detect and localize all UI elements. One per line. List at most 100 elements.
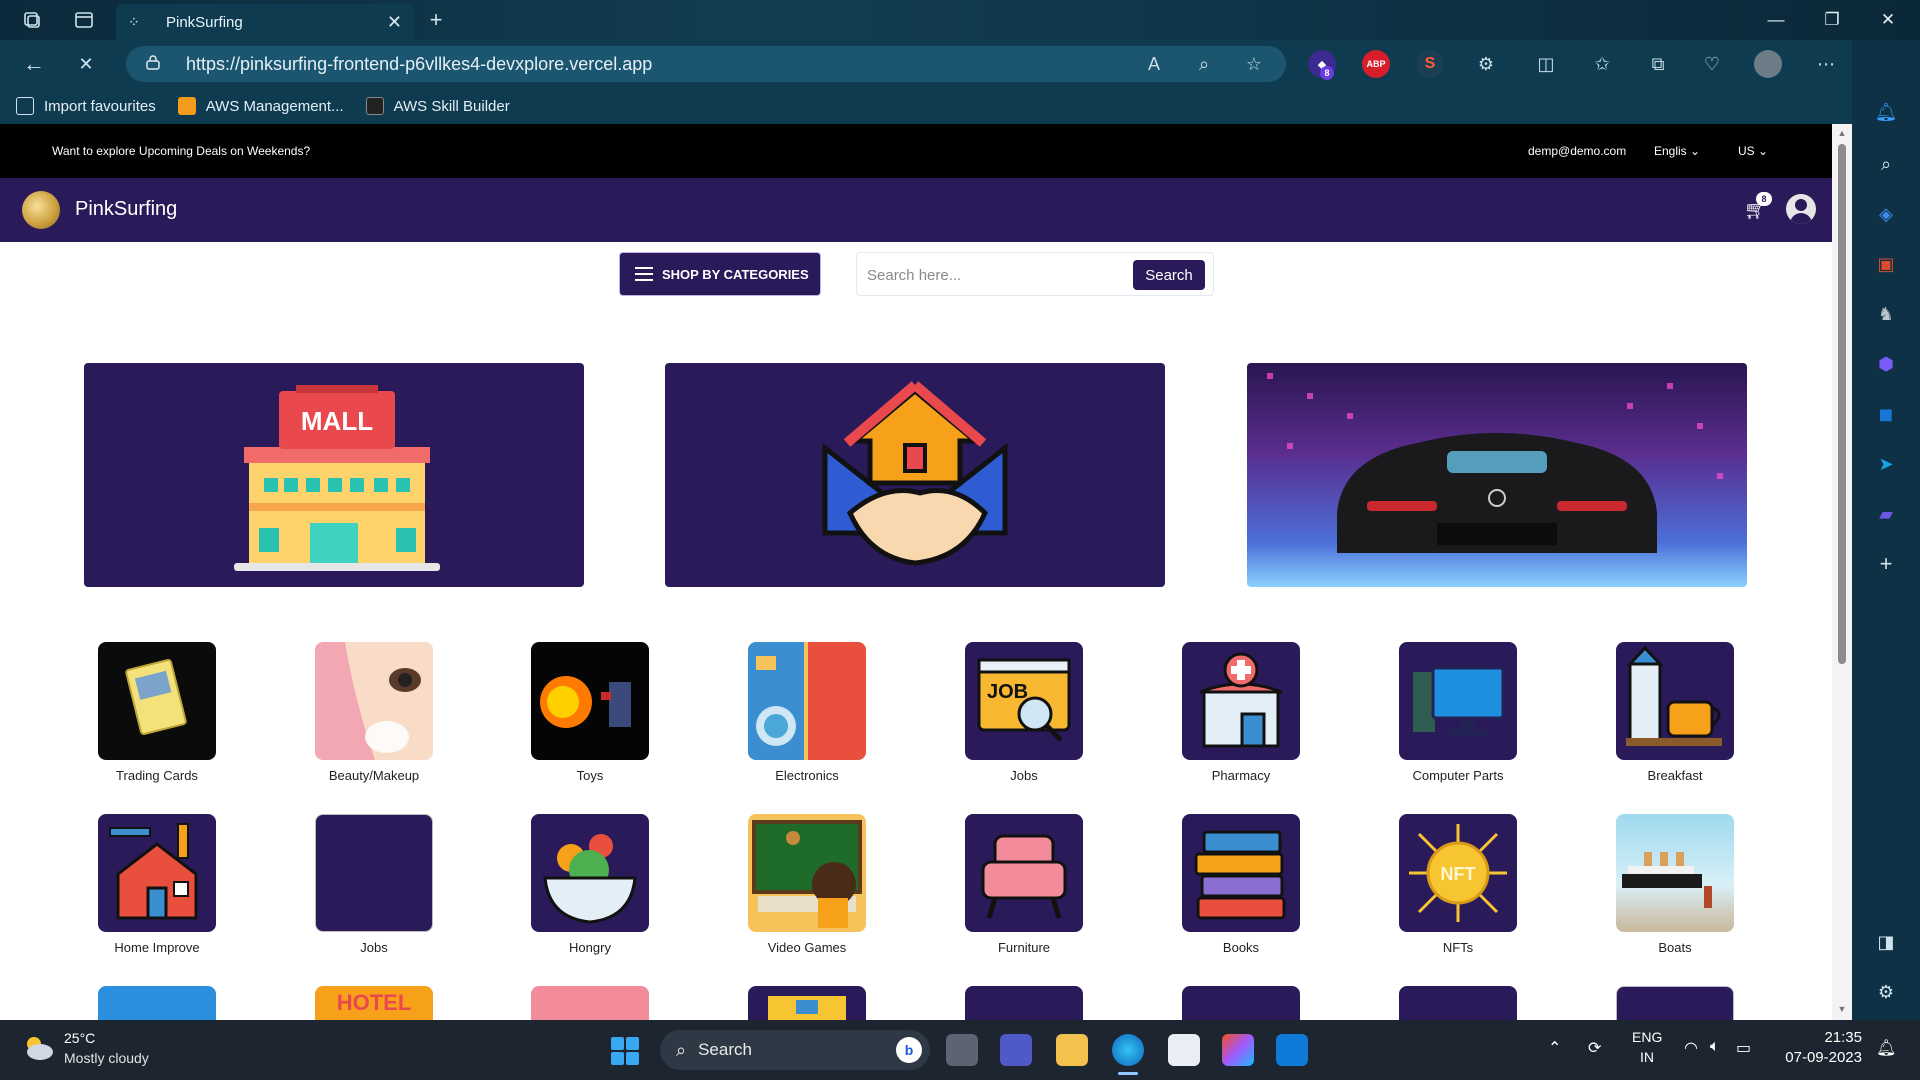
category-row3-6[interactable] [1181,986,1301,1020]
show-hidden-icons[interactable]: ⌃ [1548,1038,1561,1058]
tab-pinksurfing[interactable]: ⁘ PinkSurfing ✕ [116,4,414,40]
sidebar-settings-icon[interactable]: ⚙ [1874,980,1898,1004]
page-scrollbar[interactable]: ▲ ▼ [1832,124,1852,1020]
category-row3-8[interactable] [1615,986,1735,1020]
search-input[interactable] [867,262,1107,288]
category-books[interactable]: Books [1181,814,1301,955]
favourite-import[interactable]: Import favourites [16,97,156,115]
wifi-icon[interactable]: ◠ [1684,1038,1698,1058]
brand-logo[interactable] [22,191,60,229]
minimize-icon[interactable]: — [1756,6,1796,34]
category-electronics[interactable]: Electronics [747,642,867,783]
figma-icon[interactable] [1222,1034,1254,1066]
shopping-tag-icon[interactable]: ◈ [1874,202,1898,226]
input-region[interactable]: IN [1632,1049,1662,1065]
category-jobs[interactable]: JOB Jobs [964,642,1084,783]
copilot-app-icon[interactable]: ⬢ [1874,352,1898,376]
banner-car[interactable] [1247,363,1747,587]
language-select[interactable]: Englis ⌄ [1654,144,1700,158]
favorite-star-icon[interactable]: ☆ [1240,50,1268,78]
favourite-aws-management[interactable]: AWS Management... [177,97,344,115]
profile-avatar[interactable] [1754,50,1782,78]
battery-icon[interactable]: ▭ [1736,1038,1751,1058]
collections-icon[interactable]: ⧉ [1644,50,1672,78]
user-avatar-icon[interactable] [1786,194,1816,224]
category-pharmacy[interactable]: Pharmacy [1181,642,1301,783]
restore-icon[interactable]: ❐ [1812,6,1852,34]
input-language[interactable]: ENG [1632,1029,1662,1045]
read-aloud-icon[interactable]: A [1140,50,1168,78]
vscode-icon[interactable] [1276,1034,1308,1066]
tab-actions-icon[interactable] [72,8,96,32]
banner-real-estate[interactable] [665,363,1165,587]
new-tab-icon[interactable]: + [424,7,448,32]
category-row3-5[interactable] [964,986,1084,1020]
lock-icon[interactable] [146,54,164,74]
taskbar-search[interactable]: ⌕ Search b [660,1030,930,1070]
close-window-icon[interactable]: ✕ [1868,6,1908,34]
category-computer-parts[interactable]: Computer Parts [1398,642,1518,783]
extensions-icon[interactable]: ⚙ [1472,50,1500,78]
clipchamp-icon[interactable]: ▰ [1874,502,1898,526]
notifications-icon[interactable]: 🔔︎ [1874,100,1898,124]
category-row3-7[interactable] [1398,986,1518,1020]
store-icon[interactable] [1168,1034,1200,1066]
clock-date[interactable]: 07-09-2023 [1760,1049,1862,1066]
back-icon[interactable]: ← [22,51,46,76]
windows-start-icon[interactable] [611,1037,639,1065]
brand-name[interactable]: PinkSurfing [75,198,177,221]
category-video-games[interactable]: Video Games [747,814,867,955]
scroll-down-icon[interactable]: ▼ [1837,1004,1847,1014]
games-icon[interactable]: ♞ [1874,302,1898,326]
url-field[interactable]: https://pinksurfing-frontend-p6vllkes4-d… [126,46,1286,82]
category-nfts[interactable]: NFT NFTs [1398,814,1518,955]
extension-s-icon[interactable]: S [1416,50,1444,78]
category-trading-cards[interactable]: Trading Cards [97,642,217,783]
banner-mall[interactable]: MALL [84,363,584,587]
outlook-icon[interactable]: ◼ [1874,402,1898,426]
category-toys[interactable]: Toys [530,642,650,783]
scroll-thumb[interactable] [1838,144,1846,664]
browser-essentials-icon[interactable]: ♡ [1698,50,1726,78]
contact-email[interactable]: demp@demo.com [1528,144,1626,158]
stop-loading-icon[interactable]: ✕ [74,52,98,76]
weather-cloud-icon[interactable] [22,1034,54,1062]
search-sidebar-icon[interactable]: ⌕ [1874,152,1898,176]
drop-icon[interactable]: ➤ [1874,452,1898,476]
zoom-icon[interactable]: ⌕ [1190,50,1218,78]
category-boats[interactable]: Boats [1615,814,1735,955]
sync-icon[interactable]: ⟳ [1588,1038,1601,1058]
category-home-improve[interactable]: Home Improve [97,814,217,955]
weather-temperature[interactable]: 25°C [64,1030,95,1046]
adblock-plus-icon[interactable]: ABP [1362,50,1390,78]
promo-message[interactable]: Want to explore Upcoming Deals on Weeken… [52,144,310,158]
weather-description[interactable]: Mostly cloudy [64,1050,149,1066]
category-breakfast[interactable]: Breakfast [1615,642,1735,783]
shop-by-categories-button[interactable]: SHOP BY CATEGORIES [619,252,821,296]
add-sidebar-app-icon[interactable]: + [1874,552,1898,576]
favorites-icon[interactable]: ✩ [1588,50,1616,78]
category-row3-hotel[interactable]: HOTEL [314,986,434,1020]
close-tab-icon[interactable]: ✕ [387,12,402,33]
workspaces-icon[interactable] [20,8,44,32]
task-view-icon[interactable] [946,1034,978,1066]
category-row3-4[interactable] [747,986,867,1020]
tools-icon[interactable]: ▣ [1874,252,1898,276]
category-row3-3[interactable] [530,986,650,1020]
category-jobs-2[interactable]: Jobs [314,814,434,955]
search-button[interactable]: Search [1133,260,1205,290]
notification-bell-icon[interactable]: 🔔︎ [1876,1038,1896,1058]
teams-icon[interactable] [1000,1034,1032,1066]
scroll-up-icon[interactable]: ▲ [1837,128,1847,138]
category-hongry[interactable]: Hongry [530,814,650,955]
volume-icon[interactable]: 🔈︎ [1710,1038,1720,1056]
category-beauty-makeup[interactable]: Beauty/Makeup [314,642,434,783]
favourite-aws-skill-builder[interactable]: AWS Skill Builder [365,97,510,115]
region-select[interactable]: US ⌄ [1738,144,1768,158]
file-explorer-icon[interactable] [1056,1034,1088,1066]
category-row3-1[interactable] [97,986,217,1020]
clock-time[interactable]: 21:35 [1782,1029,1862,1046]
more-menu-icon[interactable]: ⋯ [1812,50,1840,78]
edge-icon[interactable] [1112,1034,1144,1066]
hide-sidebar-icon[interactable]: ◨ [1874,930,1898,954]
